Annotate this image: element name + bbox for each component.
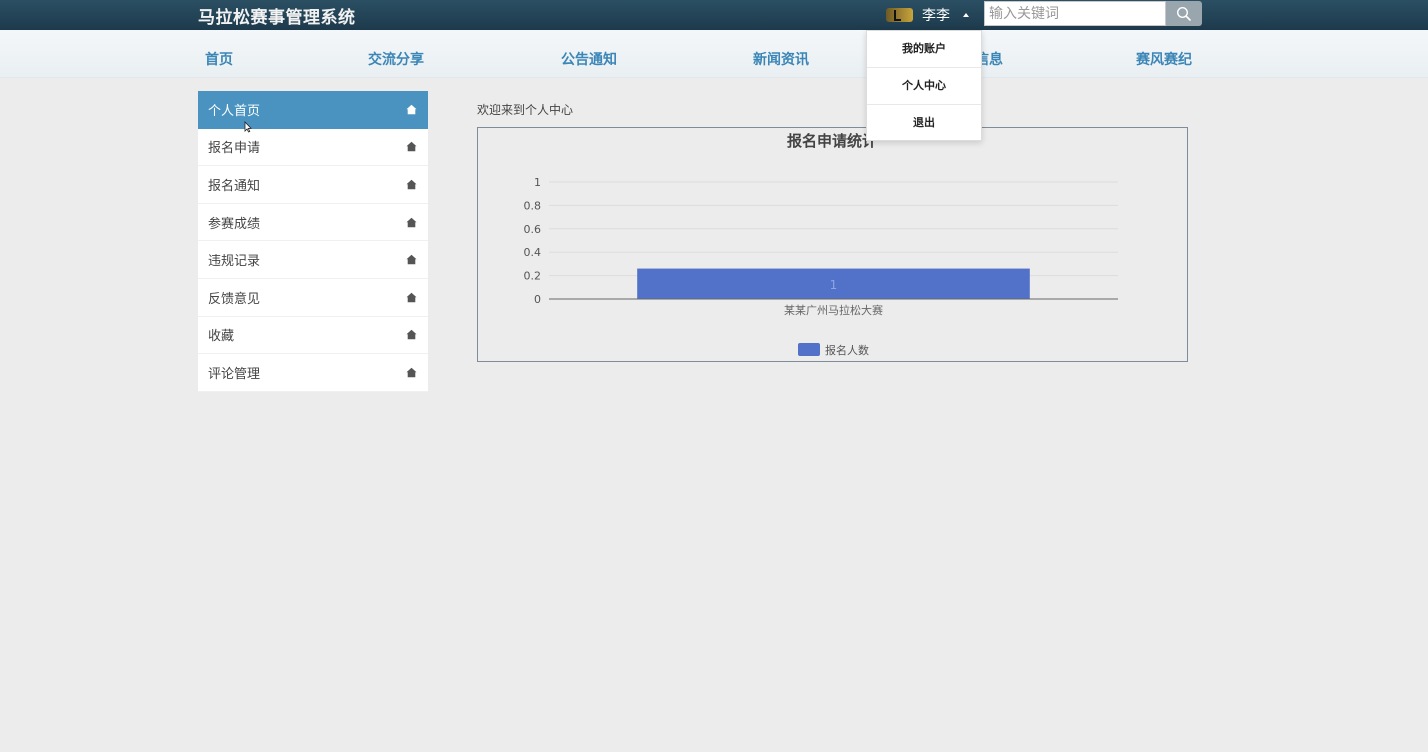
y-tick-label: 1 [534, 176, 541, 189]
sidebar-item-violations[interactable]: 违规记录 [198, 241, 428, 279]
legend-swatch [798, 343, 820, 356]
home-icon [406, 217, 417, 227]
menu-item-logout[interactable]: 退出 [867, 105, 981, 142]
avatar-icon [886, 8, 913, 22]
y-tick-label: 0.6 [524, 223, 542, 236]
nav-home[interactable]: 首页 [205, 49, 233, 69]
x-tick-label: 某某广州马拉松大赛 [784, 303, 883, 317]
home-icon [406, 105, 417, 115]
registration-chart: 报名申请统计 0 0.2 0.4 0.6 0.8 1 1 某某广州马拉松大赛报名人数 [477, 127, 1188, 362]
nav-discipline[interactable]: 赛风赛纪 [1136, 49, 1192, 69]
nav-notice[interactable]: 公告通知 [561, 49, 617, 69]
home-icon [406, 142, 417, 152]
sidebar-item-label: 报名通知 [208, 178, 261, 194]
mouse-cursor-icon [244, 121, 252, 133]
search-button[interactable] [1166, 1, 1202, 26]
y-tick-label: 0.4 [524, 246, 542, 259]
search-icon [1176, 6, 1191, 21]
sidebar-item-feedback[interactable]: 反馈意见 [198, 278, 428, 317]
home-icon [406, 367, 417, 378]
top-header: 马拉松赛事管理系统 李李 [0, 0, 1428, 30]
search-input[interactable] [984, 1, 1166, 26]
welcome-text: 欢迎来到个人中心 [477, 103, 574, 117]
menu-item-personal-center[interactable]: 个人中心 [867, 68, 981, 105]
main-nav: 首页 交流分享 公告通知 新闻资讯 信息 赛风赛纪 [0, 30, 1428, 78]
legend-label: 报名人数 [825, 343, 869, 357]
y-tick-label: 0.2 [524, 270, 542, 283]
sidebar-item-comments[interactable]: 评论管理 [198, 354, 428, 392]
user-menu-toggle[interactable]: 李李 [886, 4, 969, 26]
nav-share[interactable]: 交流分享 [368, 49, 424, 69]
chart-title: 报名申请统计 [787, 132, 877, 150]
home-icon [406, 179, 417, 190]
home-icon [406, 330, 417, 340]
user-dropdown-menu: 我的账户 个人中心 退出 [866, 30, 982, 141]
caret-up-icon [963, 13, 969, 17]
sidebar-item-registration-notice[interactable]: 报名通知 [198, 166, 428, 204]
home-icon [406, 292, 417, 303]
sidebar-item-personal-home[interactable]: 个人首页 [198, 91, 428, 129]
sidebar-item-favorites[interactable]: 收藏 [198, 316, 428, 355]
bar-data-label: 1 [830, 278, 838, 292]
sidebar-item-registration-apply[interactable]: 报名申请 [198, 128, 428, 167]
sidebar-item-label: 个人首页 [208, 104, 261, 120]
sidebar-item-label: 报名申请 [208, 141, 261, 157]
sidebar: 个人首页 报名申请 报名通知 参赛成绩 违规记录 反馈意见 收藏 评论管理 [198, 91, 428, 392]
y-tick-label: 0.8 [524, 199, 542, 212]
y-tick-label: 0 [534, 293, 541, 306]
chart-canvas: 报名申请统计 0 0.2 0.4 0.6 0.8 1 1 某某广州马拉松大赛报名人数 [524, 132, 1118, 357]
nav-news[interactable]: 新闻资讯 [753, 49, 809, 69]
sidebar-item-results[interactable]: 参赛成绩 [198, 203, 428, 242]
home-icon [406, 254, 417, 265]
site-title: 马拉松赛事管理系统 [198, 8, 356, 28]
user-name: 李李 [922, 8, 950, 24]
sidebar-item-label: 参赛成绩 [208, 216, 261, 232]
sidebar-item-label: 收藏 [208, 329, 235, 345]
sidebar-item-label: 评论管理 [208, 366, 261, 382]
sidebar-item-label: 违规记录 [208, 254, 261, 270]
menu-item-my-account[interactable]: 我的账户 [867, 31, 981, 68]
sidebar-item-label: 反馈意见 [208, 291, 261, 307]
